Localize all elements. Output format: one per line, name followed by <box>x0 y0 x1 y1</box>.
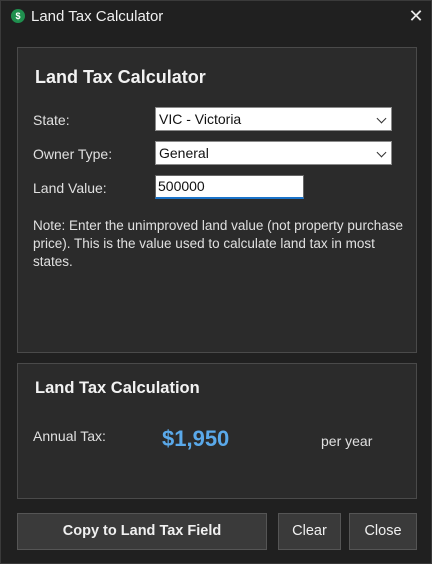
owner-type-select[interactable]: General <box>155 141 392 165</box>
owner-type-value: General <box>159 145 209 161</box>
result-panel: Land Tax Calculation Annual Tax: $1,950 … <box>17 363 417 499</box>
annual-tax-amount: $1,950 <box>162 426 230 451</box>
close-button[interactable]: Close <box>349 513 417 550</box>
land-value-label: Land Value: <box>33 180 107 196</box>
land-tax-window: $ Land Tax Calculator ✕ Land Tax Calcula… <box>0 0 432 564</box>
chevron-down-icon <box>376 113 387 124</box>
input-panel: Land Tax Calculator State: VIC - Victori… <box>17 47 417 353</box>
state-label: State: <box>33 112 70 128</box>
annual-tax-label: Annual Tax: <box>33 428 106 444</box>
state-select[interactable]: VIC - Victoria <box>155 107 392 131</box>
owner-type-label: Owner Type: <box>33 146 113 162</box>
note-text: Note: Enter the unimproved land value (n… <box>33 218 403 269</box>
state-value: VIC - Victoria <box>159 111 242 127</box>
per-year-label: per year <box>321 433 373 449</box>
result-heading: Land Tax Calculation <box>35 379 200 397</box>
window-title: Land Tax Calculator <box>31 8 164 25</box>
dollar-icon: $ <box>11 9 25 23</box>
clear-button[interactable]: Clear <box>278 513 341 550</box>
form-heading: Land Tax Calculator <box>35 67 206 87</box>
title-bar: $ Land Tax Calculator ✕ <box>1 1 431 32</box>
copy-to-land-tax-button[interactable]: Copy to Land Tax Field <box>17 513 267 550</box>
chevron-down-icon <box>376 147 387 158</box>
close-icon[interactable]: ✕ <box>403 4 429 28</box>
land-value-input[interactable]: 500000 <box>155 175 304 199</box>
